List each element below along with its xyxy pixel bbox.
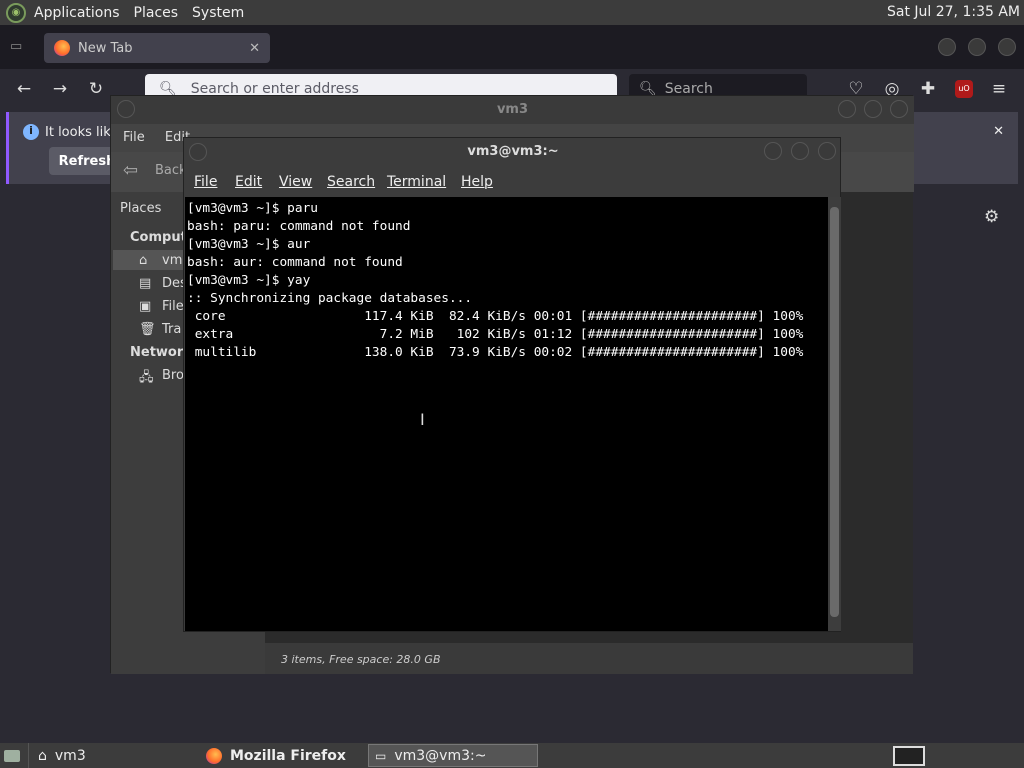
sidebar-item-trash[interactable]: Tra — [162, 322, 181, 337]
back-label[interactable]: Back — [155, 163, 187, 178]
terminal-output[interactable]: [vm3@vm3 ~]$ paru bash: paru: command no… — [185, 197, 828, 631]
desktop-icon — [4, 750, 20, 762]
menu-terminal[interactable]: Terminal — [387, 168, 446, 196]
minimize-button[interactable] — [838, 100, 856, 118]
back-arrow-icon[interactable]: ← — [13, 79, 35, 99]
firefox-icon — [206, 748, 222, 764]
terminal-title: vm3@vm3:~ — [467, 144, 559, 159]
trash-icon: 🗑︎ — [139, 322, 156, 337]
menu-file[interactable]: File — [123, 130, 145, 145]
taskbar-item-vm3-content: ⌂ vm3 — [38, 745, 86, 767]
taskbar-item-firefox[interactable]: Mozilla Firefox — [206, 745, 346, 767]
terminal-scrollbar[interactable] — [828, 197, 841, 631]
menu-file[interactable]: File — [194, 168, 217, 196]
tab-new-tab[interactable]: New Tab ✕ — [44, 33, 270, 63]
home-icon: ⌂ — [139, 253, 148, 268]
taskbar-label: vm3@vm3:~ — [394, 748, 487, 764]
maximize-button[interactable] — [864, 100, 882, 118]
system-menu[interactable]: System — [192, 5, 244, 21]
close-button[interactable] — [818, 142, 836, 160]
applications-menu[interactable]: Applications — [34, 5, 120, 21]
tab-list-icon[interactable]: ▭ — [10, 39, 22, 54]
clock[interactable]: Sat Jul 27, 1:35 AM — [887, 4, 1020, 20]
desktop-icon: ▤ — [139, 276, 152, 291]
back-arrow-icon[interactable]: ⇦ — [123, 160, 138, 181]
info-icon: i — [23, 124, 39, 140]
window-menu-button[interactable] — [117, 100, 135, 118]
close-button[interactable] — [890, 100, 908, 118]
minimize-button[interactable] — [938, 38, 956, 56]
firefox-icon — [54, 40, 70, 56]
menu-help[interactable]: Help — [461, 168, 493, 196]
gear-icon[interactable]: ⚙ — [984, 207, 999, 227]
tab-title: New Tab — [78, 40, 133, 56]
firefox-tab-bar: ▭ New Tab ✕ — [0, 25, 1024, 69]
extensions-icon[interactable]: ✚ — [917, 79, 939, 99]
places-menu[interactable]: Places — [134, 5, 179, 21]
close-button[interactable] — [998, 38, 1016, 56]
menu-view[interactable]: View — [279, 168, 312, 196]
taskbar-item-terminal-content: ▭ vm3@vm3:~ — [375, 745, 486, 767]
taskbar-label: vm3 — [54, 748, 86, 764]
taskbar-label: Mozilla Firefox — [230, 748, 346, 764]
minimize-button[interactable] — [764, 142, 782, 160]
window-menu-button[interactable] — [189, 143, 207, 161]
reload-icon[interactable]: ↻ — [85, 79, 107, 99]
forward-arrow-icon[interactable]: → — [49, 79, 71, 99]
distro-logo-icon[interactable]: ◉ — [6, 2, 26, 23]
terminal-window: vm3@vm3:~ File Edit View Search Terminal… — [183, 137, 841, 632]
notification-text: It looks like — [45, 125, 119, 140]
sidebar-places-header[interactable]: Places — [120, 201, 161, 216]
network-icon: 🖧 — [139, 370, 154, 385]
text-cursor-icon: I — [420, 410, 425, 429]
show-desktop-button[interactable] — [4, 745, 20, 767]
ublock-icon[interactable]: uO — [955, 80, 973, 98]
maximize-button[interactable] — [968, 38, 986, 56]
maximize-button[interactable] — [791, 142, 809, 160]
sidebar-item-browse-network[interactable]: Bro — [162, 368, 184, 383]
scrollbar-thumb[interactable] — [830, 207, 839, 617]
top-panel: ◉ Applications Places System Sat Jul 27,… — [0, 0, 1024, 25]
filesystem-icon: ▣ — [139, 299, 152, 314]
terminal-icon: ▭ — [375, 749, 387, 763]
menu-search[interactable]: Search — [327, 168, 375, 196]
file-manager-title: vm3 — [111, 96, 914, 124]
menu-edit[interactable]: Edit — [235, 168, 262, 196]
workspace-switcher[interactable] — [893, 746, 925, 766]
sidebar-item-filesystem[interactable]: File — [162, 299, 184, 314]
terminal-menubar: File Edit View Search Terminal Help — [184, 168, 842, 196]
notification-close-icon[interactable]: ✕ — [993, 124, 1004, 139]
home-folder-icon: ⌂ — [38, 748, 47, 764]
menu-icon[interactable]: ≡ — [988, 79, 1010, 99]
taskbar: ⌂ vm3 Mozilla Firefox ▭ vm3@vm3:~ — [0, 743, 1024, 768]
tab-close-icon[interactable]: ✕ — [249, 41, 260, 56]
status-bar: 3 items, Free space: 28.0 GB — [265, 643, 913, 674]
